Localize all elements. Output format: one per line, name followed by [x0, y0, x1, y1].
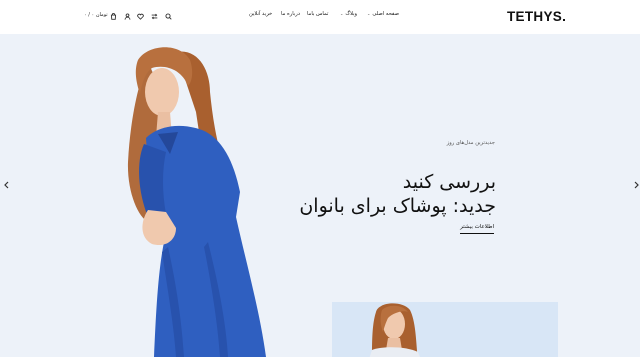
nav-item-contact[interactable]: تماس باما — [307, 11, 328, 17]
site-header: TETHYS ⌄ صفحه اصلی ⌄ وبلاگ تماس باما دربار… — [0, 0, 640, 34]
prev-slide-arrow[interactable] — [2, 180, 10, 190]
next-slide-arrow[interactable] — [632, 180, 640, 190]
hero-title-line1: بررسی کنید — [402, 171, 496, 193]
chevron-down-icon: ⌄ — [367, 11, 371, 16]
hero-model-image — [127, 47, 266, 357]
nav-item-about[interactable]: درباره ما — [281, 11, 300, 17]
heart-icon[interactable] — [135, 11, 145, 21]
nav-item-shop[interactable]: خرید آنلاین — [249, 11, 272, 17]
chevron-right-icon — [634, 181, 639, 189]
read-more-underline — [460, 233, 494, 234]
search-icon[interactable] — [163, 11, 173, 21]
nav-item-blog[interactable]: ⌄ وبلاگ — [340, 11, 357, 17]
product-preview-image — [369, 303, 420, 357]
compare-icon[interactable] — [149, 11, 159, 21]
chevron-left-icon — [3, 181, 8, 189]
hero-slider: جدیدترین مدل‌های روز بررسی کنید جدید: پو… — [0, 34, 640, 357]
site-logo[interactable]: TETHYS — [507, 9, 566, 24]
read-more-link[interactable]: اطلاعات بیشتر — [440, 224, 494, 230]
user-icon[interactable] — [122, 11, 132, 21]
nav-item-home[interactable]: ⌄ صفحه اصلی — [367, 11, 399, 17]
cart-icon[interactable] — [108, 11, 118, 21]
hero-subtitle: جدیدترین مدل‌های روز — [446, 140, 495, 146]
chevron-down-icon: ⌄ — [340, 11, 344, 16]
hero-title-line2: جدید: پوشاک برای بانوان — [299, 195, 496, 217]
cart-amount[interactable]: ۰ / ۰ تومان — [84, 12, 108, 18]
product-preview-card[interactable] — [332, 302, 558, 357]
